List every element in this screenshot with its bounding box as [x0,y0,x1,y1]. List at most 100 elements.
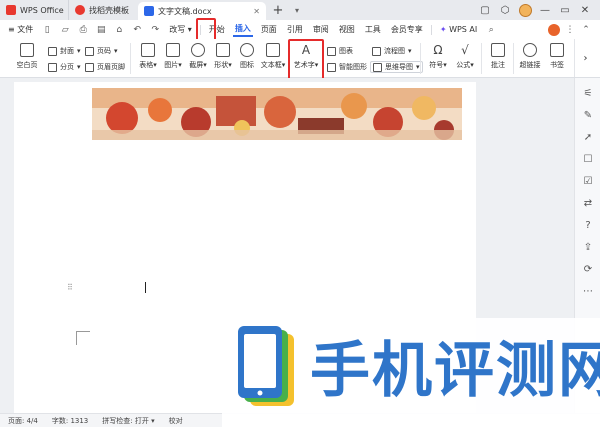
check-icon[interactable]: ☑ [575,170,600,192]
blank-page-button[interactable]: 空白页 [14,39,40,70]
pointer-icon[interactable]: ➚ [575,126,600,148]
section-break-button[interactable]: 分页 ▾ [48,61,81,73]
spellcheck-toggle[interactable]: 拼写检查: 打开 ▾ [102,416,154,426]
close-tab-icon[interactable]: ✕ [253,7,260,16]
header-footer-icon [85,62,94,72]
sqrt-icon: √ [461,43,469,57]
user-avatar[interactable] [516,0,534,20]
smart-graphic-label: 智能图形 [339,63,367,71]
menu-insert[interactable]: 插入 [232,22,253,37]
page-number-icon [85,46,94,56]
text-cursor [145,282,146,293]
hyperlink-button[interactable]: 超链接 [517,39,543,70]
word-count[interactable]: 字数: 1313 [52,416,88,426]
cover-button[interactable]: 封面 ▾ [48,45,81,57]
tab-wps-office[interactable]: WPS Office [0,0,68,20]
formula-button[interactable]: √ 公式▾ [452,39,478,70]
section-label: 分页 [60,63,74,71]
menu-review[interactable]: 审阅 [311,22,331,37]
print-preview-icon[interactable]: ▤ [95,22,107,37]
minimize-icon[interactable]: — [536,0,554,20]
menu-member[interactable]: 会员专享 [389,22,425,37]
comment-icon [491,43,505,57]
site-watermark: 手机评测网 [222,318,600,427]
menu-page[interactable]: 页面 [259,22,279,37]
divider [130,43,131,74]
smart-graphic-button[interactable]: 智能图形 [327,61,367,73]
help-icon[interactable]: ? [575,214,600,236]
collapse-ribbon-icon[interactable]: ⌃ [580,22,592,37]
window-controls: ▢ ⬡ — ▭ ✕ [476,0,600,20]
picture-button[interactable]: 图片▾ [161,39,185,70]
tab-templates[interactable]: 找稻壳模板 [68,0,138,20]
redo-icon[interactable]: ↷ [149,22,161,37]
wps-logo-icon [6,5,16,15]
decorative-banner-image [92,88,462,140]
maximize-icon[interactable]: ▭ [556,0,574,20]
overwrite-mode[interactable]: 改写 ▾ [167,22,194,37]
tab-label: WPS Office [20,5,64,15]
menu-reference[interactable]: 引用 [285,22,305,37]
translate-icon[interactable]: ⇄ [575,192,600,214]
folder-icon[interactable]: ▱ [59,22,71,37]
notification-icon[interactable] [548,23,560,36]
shape-label: 形状▾ [214,61,232,69]
wps-ai-button[interactable]: ✦ WPS AI [438,22,479,37]
sync-icon[interactable]: ⟳ [575,258,600,280]
title-tab-bar: WPS Office 找稻壳模板 文字文稿.docx ✕ + ▾ ▢ ⬡ — ▭… [0,0,600,20]
overwrite-label: 改写 [169,25,186,34]
cube-icon[interactable]: ⬡ [496,0,514,20]
ribbon-scroll-right-button[interactable]: › [574,39,596,77]
flowchart-button[interactable]: 流程图 ▾ [372,45,412,57]
screenshot-label: 截屏▾ [189,61,207,69]
close-window-icon[interactable]: ✕ [576,0,594,20]
edit-icon[interactable]: ✎ [575,104,600,126]
new-tab-button[interactable]: + [266,0,290,20]
flowchart-icon [372,46,381,56]
more-options-icon[interactable]: ⋯ [575,280,600,302]
icons-button[interactable]: 图标 [236,39,258,70]
file-menu[interactable]: ≡ 文件 [6,22,35,37]
formula-label: 公式▾ [456,61,474,69]
wps-ai-label: WPS AI [449,25,478,34]
divider [420,43,421,74]
tab-list-dropdown-icon[interactable]: ▾ [290,0,304,20]
omega-icon: Ω [433,43,443,57]
print-icon[interactable]: ⎙ [77,22,89,37]
bookmark-icon [550,43,564,57]
share-icon[interactable]: ⇪ [575,236,600,258]
undo-icon[interactable]: ↶ [131,22,143,37]
document-icon[interactable]: ▯ [41,22,53,37]
restore-window-icon[interactable]: ▢ [476,0,494,20]
screenshot-button[interactable]: 截屏▾ [186,39,210,70]
mindmap-button[interactable]: 思维导图 ▾ [370,61,423,73]
textbox-label: 文本框▾ [260,61,286,69]
tablet-logo-icon [238,326,294,406]
chart-button[interactable]: 图表 [327,45,353,57]
page-count[interactable]: 页面: 4/4 [8,416,38,426]
proofread-button[interactable]: 校对 [169,416,183,426]
sliders-icon[interactable]: ⚟ [575,82,600,104]
page-number-button[interactable]: 页码 ▾ [85,45,118,57]
blank-page-icon [20,43,34,57]
menu-view[interactable]: 视图 [337,22,357,37]
comment-panel-icon[interactable]: ☐ [575,148,600,170]
drag-handle-icon[interactable]: ⠿ [67,283,73,292]
menu-right-tools: ⋮ ⌃ [548,22,600,37]
menu-tools[interactable]: 工具 [363,22,383,37]
header-footer-button[interactable]: 页眉页脚 [85,61,125,73]
bookmark-button[interactable]: 书签 [546,39,568,70]
search-icon[interactable]: ⌕ [485,22,497,37]
textbox-button[interactable]: 文本框▾ [259,39,287,70]
more-icon[interactable]: ⋮ [564,22,576,37]
format-painter-icon[interactable]: ⌂ [113,22,125,37]
shape-button[interactable]: 形状▾ [211,39,235,70]
table-label: 表格▾ [139,61,157,69]
docer-icon [75,5,85,15]
cover-label: 封面 [60,47,74,55]
symbol-button[interactable]: Ω 符号▾ [425,39,451,70]
comment-button[interactable]: 批注 [486,39,510,70]
table-button[interactable]: 表格▾ [136,39,160,70]
picture-label: 图片▾ [164,61,182,69]
blank-page-label: 空白页 [16,61,38,69]
